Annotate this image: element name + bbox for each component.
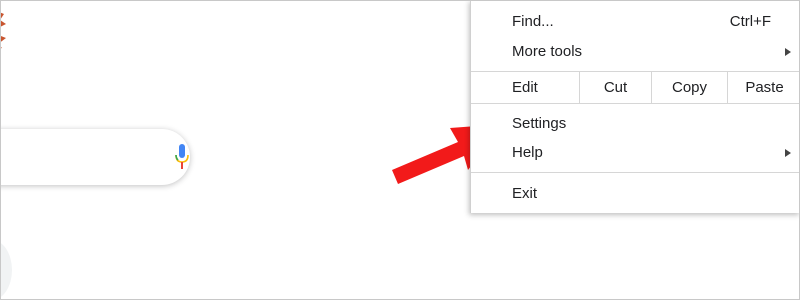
edit-label: Edit [512, 79, 538, 96]
submenu-arrow-icon [785, 149, 791, 157]
menu-item-label: More tools [512, 43, 583, 60]
browser-menu: Find... Ctrl+F More tools Edit Cut Copy … [470, 0, 800, 213]
menu-item-help[interactable]: Help [471, 138, 800, 168]
menu-separator [471, 172, 800, 173]
paste-button[interactable]: Paste [727, 72, 800, 104]
menu-separator [471, 103, 800, 104]
menu-item-label: Exit [512, 185, 538, 202]
copy-button[interactable]: Copy [651, 72, 727, 104]
menu-item-exit[interactable]: Exit [471, 179, 800, 209]
search-bar[interactable] [0, 129, 190, 185]
edit-row: Edit Cut Copy Paste [471, 72, 800, 104]
submenu-arrow-icon [785, 48, 791, 56]
doodle-logo-fragment [0, 12, 6, 49]
shortcut-label: Ctrl+F [729, 13, 771, 30]
menu-item-more-tools[interactable]: More tools [471, 37, 800, 67]
menu-item-label: Settings [512, 115, 567, 132]
menu-item-settings[interactable]: Settings [471, 109, 800, 139]
cut-button[interactable]: Cut [579, 72, 651, 104]
menu-item-label: Help [512, 144, 543, 161]
menu-item-label: Find... [512, 13, 554, 30]
menu-item-find[interactable]: Find... Ctrl+F [471, 7, 800, 37]
shortcut-tile[interactable] [0, 240, 12, 300]
microphone-icon[interactable] [175, 144, 189, 170]
